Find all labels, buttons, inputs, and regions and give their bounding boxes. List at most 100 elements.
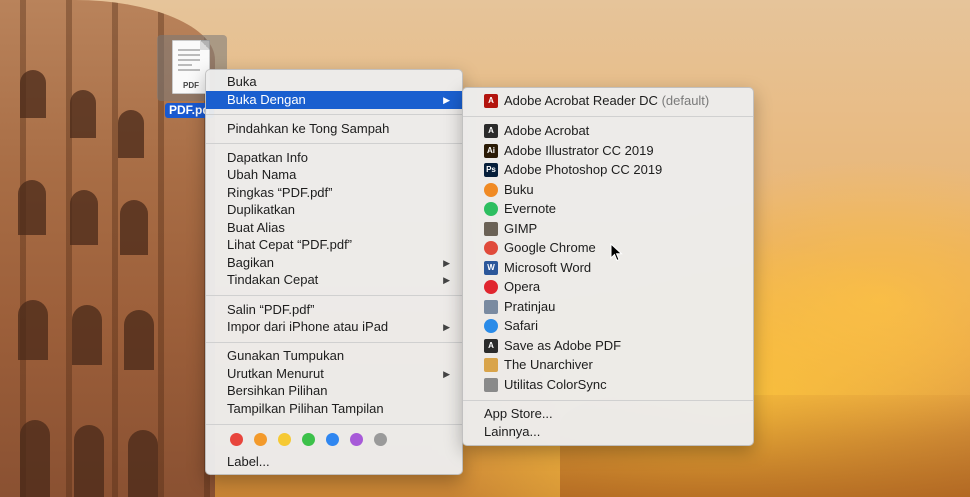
menu-item-label: Label... <box>227 454 270 469</box>
gimp-icon <box>484 221 498 236</box>
menu-item-clean-up-selection[interactable]: Bersihkan Pilihan <box>206 382 462 400</box>
submenu-item-app[interactable]: Safari <box>463 317 753 335</box>
submenu-item-label: The Unarchiver <box>504 357 593 372</box>
wallpaper-arch <box>124 310 154 370</box>
menu-item-share[interactable]: Bagikan ▶ <box>206 254 462 272</box>
tag-purple[interactable] <box>350 433 363 446</box>
submenu-item-app[interactable]: Utilitas ColorSync <box>463 376 753 394</box>
submenu-item-app[interactable]: Ps Adobe Photoshop CC 2019 <box>463 161 753 179</box>
menu-item-label: Tampilkan Pilihan Tampilan <box>227 401 384 416</box>
unarchiver-icon <box>484 358 498 372</box>
tag-yellow[interactable] <box>278 433 291 446</box>
menu-item-compress[interactable]: Ringkas “PDF.pdf” <box>206 184 462 202</box>
menu-separator <box>206 143 462 144</box>
submenu-item-label: Safari <box>504 318 538 333</box>
photoshop-icon: Ps <box>484 163 498 177</box>
submenu-item-other[interactable]: Lainnya... <box>463 423 753 441</box>
context-menu: Buka Buka Dengan ▶ Pindahkan ke Tong Samp… <box>205 69 463 475</box>
colorsync-icon <box>484 377 498 392</box>
submenu-item-app[interactable]: A Save as Adobe PDF <box>463 337 753 355</box>
default-suffix: (default) <box>661 93 710 108</box>
submenu-item-label: Lainnya... <box>484 424 541 439</box>
books-icon <box>484 182 498 197</box>
submenu-item-label: Adobe Acrobat <box>504 123 590 138</box>
submenu-item-label: GIMP <box>504 220 538 236</box>
tag-red[interactable] <box>230 433 243 446</box>
acrobat-icon: A <box>484 124 498 138</box>
menu-item-label: Buat Alias <box>227 220 285 235</box>
menu-item-import-from-iphone[interactable]: Impor dari iPhone atau iPad ▶ <box>206 318 462 336</box>
submenu-item-label: Buku <box>504 181 534 197</box>
menu-item-label: Pindahkan ke Tong Sampah <box>227 121 390 136</box>
menu-item-sort-by[interactable]: Urutkan Menurut ▶ <box>206 365 462 383</box>
menu-item-make-alias[interactable]: Buat Alias <box>206 219 462 237</box>
menu-item-move-to-trash[interactable]: Pindahkan ke Tong Sampah <box>206 120 462 138</box>
wallpaper-arch <box>18 300 48 360</box>
submenu-item-default-app[interactable]: A Adobe Acrobat Reader DC (default) <box>463 92 753 110</box>
menu-item-label: Bersihkan Pilihan <box>227 383 328 398</box>
submenu-item-label: Pratinjau <box>504 298 556 314</box>
wallpaper-arch <box>120 200 148 255</box>
submenu-arrow-icon: ▶ <box>443 258 450 268</box>
submenu-item-app[interactable]: Opera <box>463 278 753 296</box>
wallpaper-arch <box>70 190 98 245</box>
submenu-arrow-icon: ▶ <box>443 369 450 379</box>
submenu-item-app[interactable]: Google Chrome <box>463 239 753 257</box>
submenu-item-app[interactable]: A Adobe Acrobat <box>463 122 753 140</box>
submenu-item-label: Adobe Photoshop CC 2019 <box>504 162 663 177</box>
acrobat-reader-icon: A <box>484 94 498 108</box>
menu-item-quick-look[interactable]: Lihat Cepat “PDF.pdf” <box>206 236 462 254</box>
menu-item-label: Bagikan <box>227 255 274 270</box>
menu-item-show-view-options[interactable]: Tampilkan Pilihan Tampilan <box>206 400 462 418</box>
submenu-item-app[interactable]: The Unarchiver <box>463 356 753 374</box>
submenu-item-label: App Store... <box>484 406 553 421</box>
menu-item-rename[interactable]: Ubah Nama <box>206 166 462 184</box>
menu-item-duplicate[interactable]: Duplikatkan <box>206 201 462 219</box>
tag-blue[interactable] <box>326 433 339 446</box>
menu-item-label-tags[interactable]: Label... <box>206 453 462 471</box>
wallpaper-arch <box>128 430 158 497</box>
submenu-item-app[interactable]: Evernote <box>463 200 753 218</box>
tag-orange[interactable] <box>254 433 267 446</box>
menu-separator <box>206 424 462 425</box>
tag-gray[interactable] <box>374 433 387 446</box>
submenu-item-app-store[interactable]: App Store... <box>463 405 753 423</box>
menu-separator <box>463 400 753 401</box>
menu-item-quick-actions[interactable]: Tindakan Cepat ▶ <box>206 271 462 289</box>
menu-item-label: Urutkan Menurut <box>227 366 324 381</box>
file-ext-label: PDF <box>183 81 199 90</box>
tag-green[interactable] <box>302 433 315 446</box>
preview-icon <box>484 299 498 314</box>
wallpaper-arch <box>74 425 104 497</box>
menu-item-label: Ringkas “PDF.pdf” <box>227 185 333 200</box>
menu-item-label: Lihat Cepat “PDF.pdf” <box>227 237 353 252</box>
menu-separator <box>206 342 462 343</box>
submenu-item-app[interactable]: Buku <box>463 181 753 199</box>
menu-separator <box>463 116 753 117</box>
submenu-arrow-icon: ▶ <box>443 322 450 332</box>
illustrator-icon: Ai <box>484 143 498 158</box>
menu-item-label: Dapatkan Info <box>227 150 308 165</box>
menu-item-get-info[interactable]: Dapatkan Info <box>206 149 462 167</box>
submenu-item-label: Utilitas ColorSync <box>504 376 607 392</box>
menu-item-copy[interactable]: Salin “PDF.pdf” <box>206 301 462 319</box>
menu-item-label: Buka <box>227 74 257 89</box>
submenu-item-app[interactable]: Ai Adobe Illustrator CC 2019 <box>463 142 753 160</box>
menu-item-open-with[interactable]: Buka Dengan ▶ <box>206 91 462 109</box>
wallpaper-arch <box>18 180 46 235</box>
submenu-arrow-icon: ▶ <box>443 275 450 285</box>
submenu-item-app[interactable]: GIMP <box>463 220 753 238</box>
opera-icon <box>484 280 498 294</box>
submenu-item-app[interactable]: Pratinjau <box>463 298 753 316</box>
menu-item-open[interactable]: Buka <box>206 73 462 91</box>
submenu-item-label: Adobe Illustrator CC 2019 <box>504 142 654 158</box>
wallpaper-arch <box>20 70 46 118</box>
submenu-item-label: Microsoft Word <box>504 259 592 275</box>
mouse-cursor-icon <box>610 243 623 262</box>
menu-item-label: Tindakan Cepat <box>227 272 319 287</box>
wallpaper-arch <box>72 305 102 365</box>
submenu-item-label: Adobe Acrobat Reader DC (default) <box>504 93 710 108</box>
submenu-item-label: Save as Adobe PDF <box>504 337 622 353</box>
submenu-item-app[interactable]: W Microsoft Word <box>463 259 753 277</box>
menu-item-use-stacks[interactable]: Gunakan Tumpukan <box>206 347 462 365</box>
